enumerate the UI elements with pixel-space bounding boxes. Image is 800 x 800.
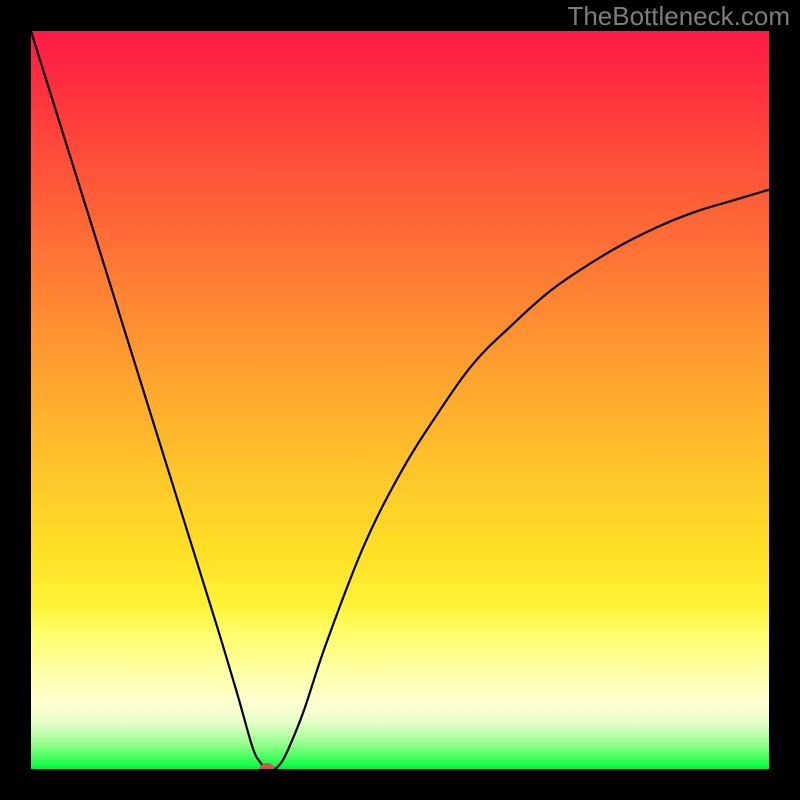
plot-area (31, 31, 769, 769)
chart-frame: TheBottleneck.com (0, 0, 800, 800)
bottleneck-curve (31, 31, 769, 769)
attribution-label: TheBottleneck.com (567, 1, 790, 32)
minimum-marker (260, 763, 275, 769)
curve-layer (31, 31, 769, 769)
